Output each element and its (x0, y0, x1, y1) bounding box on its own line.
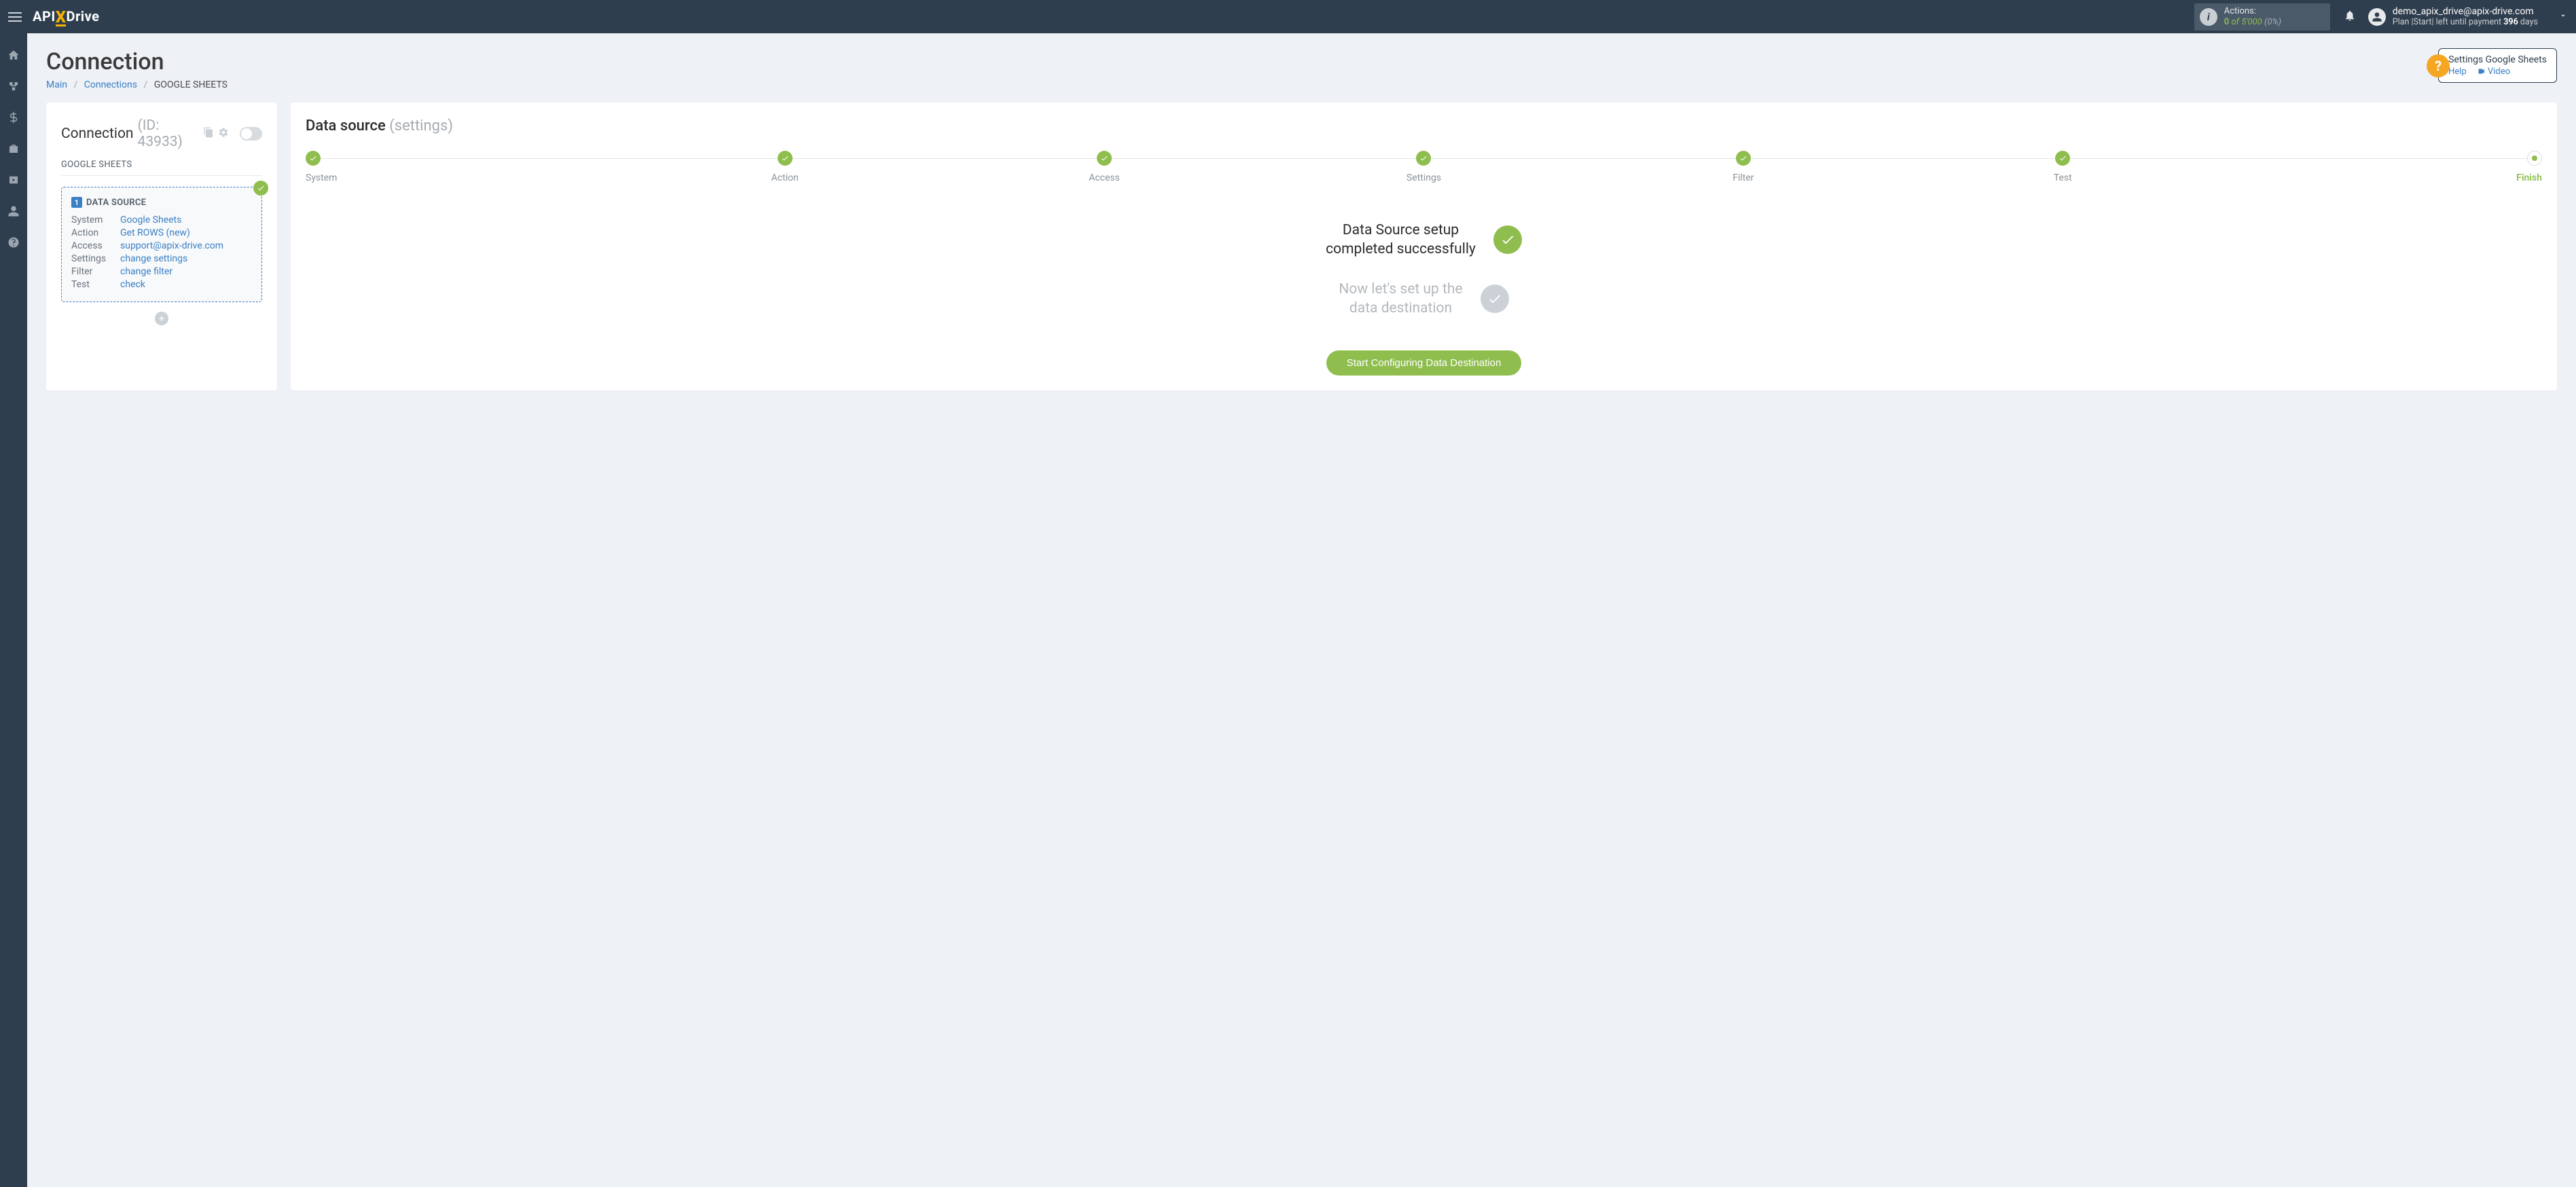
nav-account-icon[interactable] (5, 203, 22, 219)
user-email: demo_apix_drive@apix-drive.com (2393, 6, 2538, 17)
user-plan: Plan |Start| left until payment 396 days (2393, 17, 2538, 27)
actions-label: Actions: (2224, 6, 2281, 17)
check-circle-icon (1481, 285, 1509, 313)
nav-home-icon[interactable] (5, 47, 22, 63)
step-settings[interactable]: Settings (1264, 151, 1583, 183)
actions-pct: (0%) (2264, 17, 2281, 27)
info-icon: i (2200, 8, 2217, 26)
ds-system-link[interactable]: Google Sheets (120, 215, 181, 225)
gear-icon[interactable] (218, 126, 229, 142)
crumb-current: GOOGLE SHEETS (154, 79, 228, 90)
nav-billing-icon[interactable] (5, 109, 22, 126)
nav-briefcase-icon[interactable] (5, 141, 22, 157)
side-nav (0, 33, 27, 1187)
setup-panel: Data source (settings) System Action Acc… (291, 103, 2557, 390)
page-title: Connection (46, 48, 228, 75)
source-number-badge: 1 (71, 197, 82, 208)
setup-done-message: Data Source setupcompleted successfully (1326, 221, 1522, 259)
brand-drive: Drive (66, 8, 99, 24)
check-icon (253, 181, 268, 196)
brand-logo[interactable]: APIXDrive (33, 8, 99, 24)
help-box: ? Settings Google Sheets Help Video (2438, 48, 2557, 83)
ds-action-link[interactable]: Get ROWS (new) (120, 227, 190, 238)
step-filter[interactable]: Filter (1584, 151, 1903, 183)
connection-label: Connection (61, 126, 134, 142)
step-action[interactable]: Action (625, 151, 944, 183)
video-icon (2477, 67, 2486, 75)
step-test[interactable]: Test (1903, 151, 2222, 183)
breadcrumb: Main / Connections / GOOGLE SHEETS (46, 79, 228, 90)
crumb-main[interactable]: Main (46, 79, 67, 90)
step-system[interactable]: System (306, 151, 625, 183)
nav-connections-icon[interactable] (5, 78, 22, 94)
connection-panel: Connection (ID: 43933) GOOGLE SHEETS 1 D… (46, 103, 277, 390)
step-finish[interactable]: Finish (2223, 151, 2542, 183)
ds-access-link[interactable]: support@apix-drive.com (120, 240, 223, 251)
topbar: APIXDrive i Actions: 0 of 5'000 (0%) dem… (0, 0, 2576, 33)
help-video-link[interactable]: Video (2477, 67, 2510, 77)
copy-icon[interactable] (203, 126, 214, 142)
connection-toggle[interactable] (240, 127, 262, 141)
add-source-button[interactable]: + (155, 312, 168, 325)
crumb-connections[interactable]: Connections (84, 79, 137, 90)
notifications-bell-icon[interactable] (2344, 10, 2356, 24)
start-destination-button[interactable]: Start Configuring Data Destination (1326, 350, 1522, 376)
setup-subtitle: (settings) (389, 117, 453, 134)
actions-used: 0 (2224, 17, 2229, 27)
help-link[interactable]: Help (2448, 67, 2467, 77)
user-menu[interactable]: demo_apix_drive@apix-drive.com Plan |Sta… (2368, 6, 2538, 27)
setup-next-message: Now let's set up thedata destination (1339, 280, 1508, 318)
service-label: GOOGLE SHEETS (61, 160, 262, 176)
actions-counter[interactable]: i Actions: 0 of 5'000 (0%) (2194, 3, 2330, 31)
ds-filter-link[interactable]: change filter (120, 266, 173, 277)
hamburger-menu[interactable] (8, 9, 24, 25)
collapse-caret-icon[interactable] (2538, 11, 2568, 23)
brand-api: API (33, 8, 56, 24)
stepper: System Action Access Settings Filter Tes… (306, 151, 2542, 183)
ds-test-link[interactable]: check (120, 279, 145, 290)
connection-id: (ID: 43933) (138, 117, 199, 150)
setup-title: Data source (306, 117, 386, 134)
check-circle-icon (1493, 225, 1522, 254)
help-question-icon[interactable]: ? (2427, 54, 2450, 77)
data-source-title: DATA SOURCE (86, 198, 146, 208)
brand-x: X (56, 11, 67, 26)
step-access[interactable]: Access (945, 151, 1264, 183)
avatar-icon (2368, 8, 2386, 26)
ds-settings-link[interactable]: change settings (120, 253, 187, 264)
data-source-card[interactable]: 1 DATA SOURCE SystemGoogle Sheets Action… (61, 187, 262, 302)
nav-video-icon[interactable] (5, 172, 22, 188)
help-title: Settings Google Sheets (2448, 54, 2547, 65)
nav-help-icon[interactable] (5, 234, 22, 251)
